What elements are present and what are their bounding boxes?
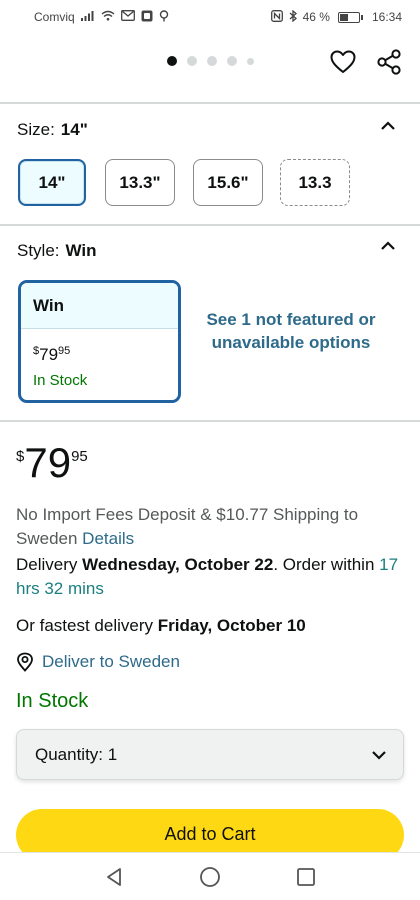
status-bar: Comviq 46 % 16:34 bbox=[0, 0, 420, 34]
back-triangle-icon bbox=[107, 867, 121, 886]
price-currency: $ bbox=[16, 448, 25, 465]
bluetooth-icon bbox=[289, 9, 297, 25]
quantity-display: Quantity: 1 bbox=[35, 745, 117, 765]
home-circle-icon bbox=[200, 866, 220, 887]
system-navigation-bar bbox=[0, 852, 420, 900]
carousel-dot[interactable] bbox=[167, 56, 177, 66]
share-button[interactable] bbox=[374, 47, 404, 77]
style-heading: Style: Win bbox=[17, 241, 97, 261]
carousel-dot[interactable] bbox=[247, 57, 254, 65]
status-left: Comviq bbox=[34, 9, 169, 25]
quantity-label: Quantity: bbox=[35, 744, 104, 764]
share-icon bbox=[377, 49, 401, 75]
shipping-details-link[interactable]: Details bbox=[82, 529, 134, 548]
gmail-icon bbox=[120, 10, 135, 24]
battery-percent: 46 % bbox=[302, 10, 330, 24]
product-price: $ 79 95 bbox=[16, 440, 88, 486]
size-label: Size: bbox=[17, 120, 55, 139]
see-unavailable-options-link[interactable]: See 1 not featured or unavailable option… bbox=[196, 308, 386, 354]
recents-square-icon bbox=[297, 867, 315, 886]
style-label: Style: bbox=[17, 241, 60, 260]
carousel-dot[interactable] bbox=[187, 56, 197, 66]
delivery-info: Delivery Wednesday, October 22. Order wi… bbox=[16, 553, 411, 601]
nfc-icon bbox=[270, 9, 283, 25]
fastest-prefix: Or fastest delivery bbox=[16, 616, 153, 635]
size-option-15-6[interactable]: 15.6" bbox=[193, 159, 263, 206]
image-carousel-controls bbox=[0, 34, 420, 102]
wishlist-button[interactable] bbox=[328, 47, 358, 77]
size-option-14[interactable]: 14" bbox=[18, 159, 86, 206]
size-option-label: 14" bbox=[38, 172, 66, 192]
style-option-price: $7995 bbox=[33, 345, 70, 365]
style-option-name: Win bbox=[21, 283, 178, 329]
price-fraction: 95 bbox=[71, 448, 88, 465]
deliver-to-link[interactable]: Deliver to Sweden bbox=[16, 652, 180, 672]
home-button[interactable] bbox=[196, 863, 224, 891]
size-selected-value: 14" bbox=[60, 120, 88, 139]
chevron-down-icon bbox=[372, 750, 386, 760]
delivery-date: Wednesday, October 22 bbox=[82, 555, 274, 574]
price-fraction: 95 bbox=[58, 345, 71, 357]
style-option-availability: In Stock bbox=[33, 372, 88, 389]
size-option-13-3[interactable]: 13.3" bbox=[105, 159, 175, 206]
add-to-cart-label: Add to Cart bbox=[164, 824, 256, 844]
carousel-dot[interactable] bbox=[227, 56, 237, 66]
chevron-up-icon bbox=[381, 121, 395, 130]
shipping-text: No Import Fees Deposit & $10.77 Shipping… bbox=[16, 505, 359, 548]
recents-button[interactable] bbox=[292, 863, 320, 891]
carousel-dot[interactable] bbox=[207, 56, 217, 66]
signal-icon bbox=[80, 10, 95, 24]
size-heading: Size: 14" bbox=[17, 120, 88, 140]
back-button[interactable] bbox=[100, 863, 128, 891]
delivery-prefix: Delivery bbox=[16, 555, 78, 574]
shipping-info: No Import Fees Deposit & $10.77 Shipping… bbox=[16, 503, 411, 551]
availability-status: In Stock bbox=[16, 690, 89, 712]
heart-icon bbox=[330, 50, 356, 73]
price-whole: 79 bbox=[39, 345, 59, 364]
chevron-up-icon bbox=[381, 241, 395, 250]
divider bbox=[0, 420, 420, 422]
battery-icon bbox=[337, 11, 363, 23]
location-pin-icon bbox=[17, 652, 33, 672]
delivery-mid: . Order within bbox=[273, 555, 375, 574]
quantity-value: 1 bbox=[107, 744, 118, 764]
style-selected-value: Win bbox=[65, 241, 97, 260]
app-notification-icon bbox=[141, 10, 153, 25]
location-notification-icon bbox=[159, 9, 169, 25]
divider bbox=[0, 224, 420, 226]
style-option-card[interactable]: Win $7995 In Stock bbox=[18, 280, 181, 403]
status-right: 46 % 16:34 bbox=[270, 9, 402, 25]
size-option-label: 13.3" bbox=[119, 172, 161, 192]
price-whole: 79 bbox=[24, 439, 72, 486]
size-option-label: 15.6" bbox=[207, 172, 249, 192]
wifi-icon bbox=[101, 10, 115, 24]
clock: 16:34 bbox=[371, 10, 402, 24]
carousel-dots[interactable] bbox=[167, 56, 254, 66]
divider bbox=[0, 102, 420, 104]
carrier-name: Comviq bbox=[34, 10, 75, 24]
fastest-date: Friday, October 10 bbox=[157, 616, 306, 635]
size-collapse-button[interactable] bbox=[376, 114, 400, 138]
fastest-delivery-info: Or fastest delivery Friday, October 10 bbox=[16, 614, 411, 638]
size-option-13-3-unavailable[interactable]: 13.3 bbox=[280, 159, 350, 206]
style-collapse-button[interactable] bbox=[376, 234, 400, 258]
quantity-dropdown[interactable]: Quantity: 1 bbox=[16, 729, 404, 780]
deliver-to-text: Deliver to Sweden bbox=[42, 652, 180, 671]
size-option-label: 13.3 bbox=[298, 172, 332, 192]
